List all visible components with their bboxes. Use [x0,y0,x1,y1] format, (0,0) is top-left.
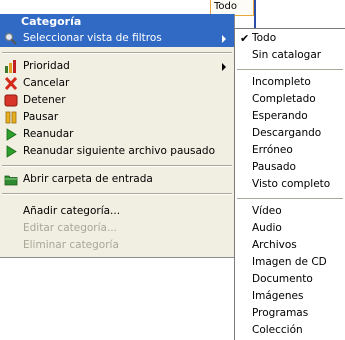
submenu-item-label: Pausado [252,161,296,173]
submenu-arrow-icon [222,63,226,71]
submenu-item-label: Programas [252,307,309,319]
submenu-item-collection[interactable]: Colección [235,322,345,339]
submenu-item-todo[interactable]: ✔ Todo [235,30,345,47]
menu-item-label: Añadir categoría... [23,205,121,217]
submenu-item-seen-complete[interactable]: Visto completo [235,176,345,193]
submenu-item-downloading[interactable]: Descargando [235,125,345,142]
menu-item-cancel[interactable]: Cancelar [0,75,234,92]
menu-item-delete-category[interactable]: Eliminar categoría [0,237,234,254]
submenu-item-label: Audio [252,222,282,234]
checkmark-icon: ✔ [240,32,250,45]
background-panel-edge [254,0,345,28]
menu-item-priority[interactable]: Prioridad [0,58,234,75]
pause-icon [5,111,17,124]
filter-view-submenu: ✔ Todo Sin catalogar Incompleto Completa… [234,28,345,340]
menu-item-label: Reanudar siguiente archivo pausado [23,145,216,157]
red-x-icon [4,77,18,90]
submenu-item-label: Esperando [252,110,308,122]
menu-item-open-incoming-folder[interactable]: Abrir carpeta de entrada [0,171,234,188]
menu-item-edit-category[interactable]: Editar categoría... [0,220,234,237]
submenu-item-label: Imagen de CD [252,256,327,268]
submenu-item-uncategorized[interactable]: Sin catalogar [235,47,345,64]
menu-item-label: Eliminar categoría [23,239,119,251]
menu-item-label: Reanudar [23,128,74,140]
menu-separator [2,165,232,167]
submenu-item-erroneous[interactable]: Erróneo [235,142,345,159]
folder-icon [4,175,18,186]
submenu-item-video[interactable]: Vídeo [235,203,345,220]
play-icon [6,128,17,141]
menu-title: Categoría [0,14,234,30]
submenu-item-label: Archivos [252,239,297,251]
submenu-separator [237,198,343,199]
submenu-item-cd-image[interactable]: Imagen de CD [235,254,345,271]
submenu-item-label: Vídeo [252,205,282,217]
submenu-arrow-icon [222,35,226,43]
submenu-item-archives[interactable]: Archivos [235,237,345,254]
menu-item-label: Prioridad [23,60,70,72]
menu-item-label: Seleccionar vista de filtros [23,32,162,44]
submenu-item-label: Completado [252,93,316,105]
submenu-item-waiting[interactable]: Esperando [235,108,345,125]
submenu-item-incomplete[interactable]: Incompleto [235,74,345,91]
menu-item-select-filter-view[interactable]: Seleccionar vista de filtros [0,30,234,47]
menu-item-resume[interactable]: Reanudar [0,126,234,143]
submenu-item-label: Descargando [252,127,322,139]
menu-item-pause[interactable]: Pausar [0,109,234,126]
submenu-item-label: Erróneo [252,144,293,156]
submenu-item-programs[interactable]: Programas [235,305,345,322]
submenu-item-paused[interactable]: Pausado [235,159,345,176]
play-icon [6,145,17,158]
menu-item-label: Pausar [23,111,59,123]
stop-icon [4,94,18,107]
submenu-item-audio[interactable]: Audio [235,220,345,237]
submenu-separator [237,69,343,70]
submenu-item-label: Sin catalogar [252,49,322,61]
submenu-item-label: Visto completo [252,178,331,190]
priority-bars-icon [5,60,16,73]
magnifier-icon [4,32,17,45]
menu-item-label: Detener [23,94,66,106]
category-context-menu: Categoría Seleccionar vista de filtros P… [0,14,235,258]
submenu-item-document[interactable]: Documento [235,271,345,288]
menu-item-resume-next-paused[interactable]: Reanudar siguiente archivo pausado [0,143,234,160]
menu-item-label: Editar categoría... [23,222,117,234]
submenu-item-label: Documento [252,273,313,285]
submenu-item-completed[interactable]: Completado [235,91,345,108]
submenu-item-label: Todo [252,32,277,44]
menu-separator [2,193,232,195]
menu-item-add-category[interactable]: Añadir categoría... [0,203,234,220]
menu-item-label: Cancelar [23,77,70,89]
menu-item-stop[interactable]: Detener [0,92,234,109]
submenu-item-images[interactable]: Imágenes [235,288,345,305]
menu-separator [2,52,232,54]
submenu-item-label: Incompleto [252,76,311,88]
submenu-item-label: Imágenes [252,290,304,302]
menu-item-label: Abrir carpeta de entrada [23,173,153,185]
submenu-item-label: Colección [252,324,303,336]
